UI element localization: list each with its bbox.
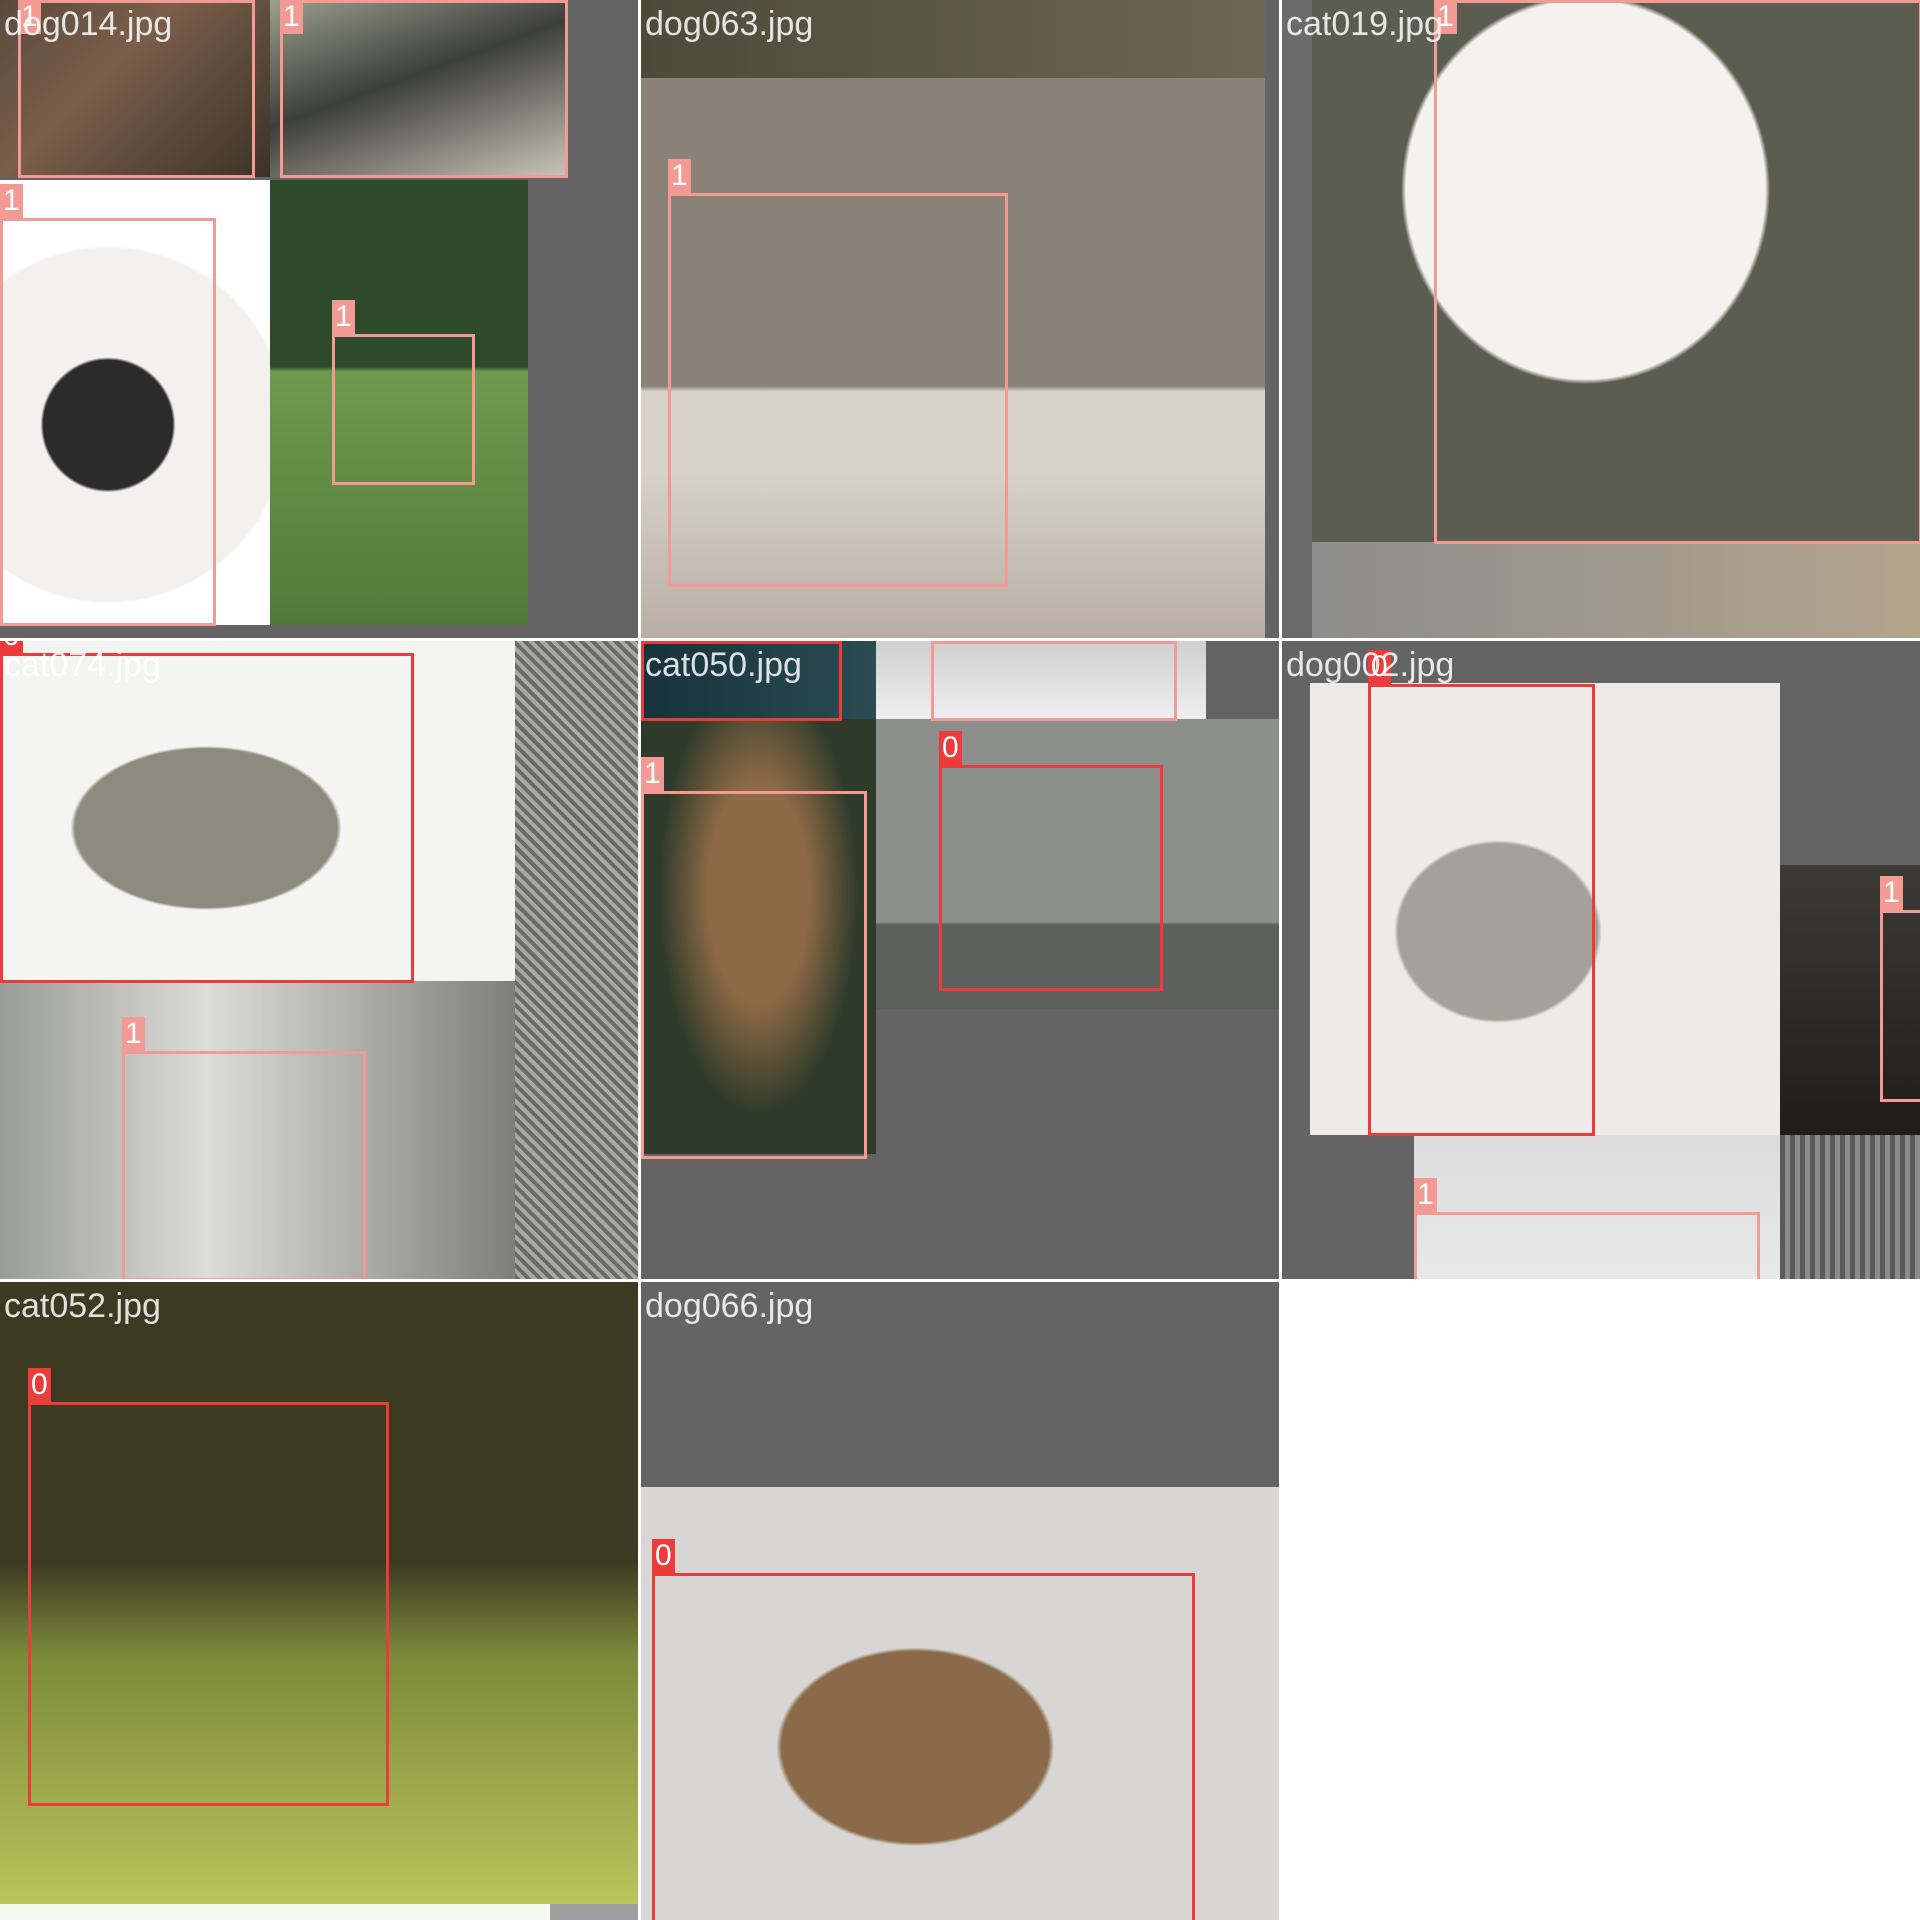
tile-filename: dog014.jpg (4, 5, 173, 43)
bounding-box (641, 791, 867, 1159)
tile-filename: cat074.jpg (4, 646, 161, 684)
mosaic-tile-2: dog063.jpg 1 (641, 0, 1279, 638)
mosaic-tile-4: cat074.jpg 0 1 (0, 641, 638, 1279)
bounding-box (1414, 1212, 1760, 1279)
class-label: 1 (122, 1017, 145, 1051)
bounding-box (122, 1051, 366, 1279)
tile-filename: dog066.jpg (645, 1287, 814, 1325)
training-batch-mosaic: dog014.jpg 1 1 1 1 dog063.jpg 1 cat019.j… (0, 0, 1920, 1920)
photo-strip (0, 1904, 550, 1920)
class-label: 0 (652, 1539, 675, 1573)
photo-strip (550, 1904, 638, 1920)
bounding-box (28, 1402, 389, 1806)
photo-corner (1780, 1135, 1920, 1279)
mosaic-tile-8: dog066.jpg 0 (641, 1282, 1279, 1920)
photo-gravel (515, 641, 638, 1279)
tile-filename: cat052.jpg (4, 1287, 161, 1325)
class-label: 0 (641, 641, 664, 643)
mosaic-tile-3: cat019.jpg 1 (1282, 0, 1920, 638)
tile-filename: cat019.jpg (1286, 5, 1443, 43)
bounding-box (332, 334, 475, 485)
mosaic-tile-7: cat052.jpg 0 (0, 1282, 638, 1920)
bounding-box (0, 653, 414, 983)
bounding-box (939, 765, 1163, 991)
class-label: 1 (641, 757, 664, 791)
tile-filename: cat050.jpg (645, 646, 802, 684)
bounding-box (1368, 684, 1595, 1136)
class-label: 1 (332, 300, 355, 334)
photo-bottom (1312, 542, 1920, 638)
class-label: 1 (280, 0, 303, 34)
class-label: 1 (1880, 876, 1903, 910)
class-label: 0 (28, 1368, 51, 1402)
bounding-box (0, 218, 216, 626)
tile-filename: dog002.jpg (1286, 646, 1455, 684)
class-label: 1 (931, 641, 954, 643)
mosaic-tile-6: dog002.jpg 0 1 1 (1282, 641, 1920, 1279)
photo-edge (1282, 0, 1312, 638)
class-label: 1 (668, 159, 691, 193)
tile-filename: dog063.jpg (645, 5, 814, 43)
class-label: 0 (939, 731, 962, 765)
bounding-box (1880, 910, 1920, 1102)
class-label: 1 (1414, 1178, 1437, 1212)
mosaic-tile-1: dog014.jpg 1 1 1 1 (0, 0, 638, 638)
bounding-box (280, 0, 568, 178)
bounding-box (652, 1573, 1195, 1920)
class-label: 1 (0, 184, 23, 218)
bounding-box (931, 641, 1177, 721)
bounding-box (668, 193, 1008, 587)
bounding-box (1434, 0, 1920, 544)
mosaic-tile-5: cat050.jpg 0 1 1 0 (641, 641, 1279, 1279)
